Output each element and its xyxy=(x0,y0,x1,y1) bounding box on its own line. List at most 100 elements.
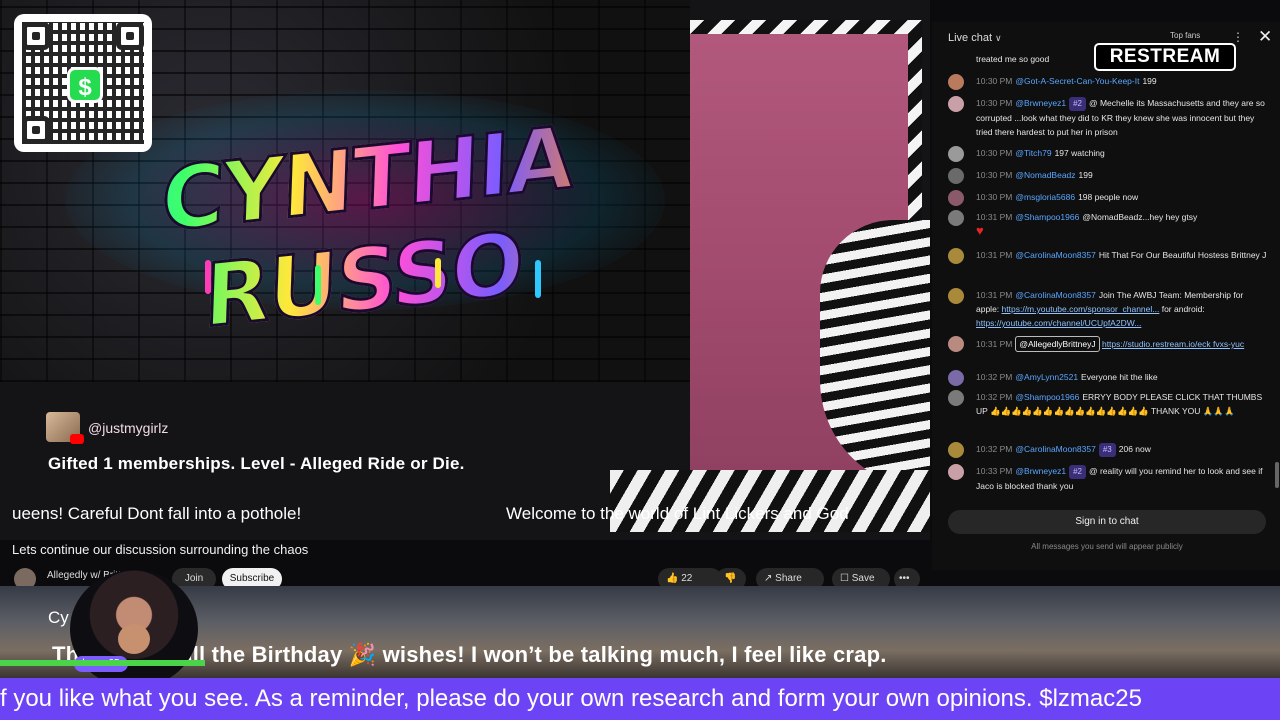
chat-rank-badge: #2 xyxy=(1069,97,1086,111)
chat-time: 10:30 PM xyxy=(976,76,1013,86)
chat-avatar[interactable] xyxy=(948,336,964,352)
chat-avatar[interactable] xyxy=(948,464,964,480)
chat-avatar[interactable] xyxy=(948,190,964,206)
chat-time: 10:30 PM xyxy=(976,148,1013,158)
ticker-text-right: Welcome to the world of Lint Lickers and… xyxy=(506,504,849,523)
top-fans-label[interactable]: Top fans xyxy=(1170,31,1200,40)
chat-text: 199 xyxy=(1078,170,1093,180)
youtube-icon xyxy=(70,434,84,444)
chat-text: for android: xyxy=(1159,304,1205,314)
chat-message: 10:33 PM @Brwneyez1 #2 @ reality will you r… xyxy=(946,464,1268,493)
chat-time: 10:33 PM xyxy=(976,466,1013,476)
chat-link[interactable]: https://studio.restream.io/eck fvxs-yuc xyxy=(1102,339,1244,349)
chat-message: 10:30 PM @NomadBeadz 199 xyxy=(946,168,1268,184)
chat-time: 10:32 PM xyxy=(976,444,1013,454)
save-label: Save xyxy=(851,573,875,584)
screen: CYNTHIA RUSSO $ @justmygirlz Gifted 1 me… xyxy=(0,0,1280,720)
chat-text: Hit That For Our Beautiful Hostess Britt… xyxy=(1098,250,1267,260)
chat-avatar[interactable] xyxy=(948,248,964,264)
chat-avatar[interactable] xyxy=(948,390,964,406)
host-face xyxy=(118,624,150,654)
chat-message: 10:31 PM @Shampoo1966 @NomadBeadz...hey he… xyxy=(946,210,1268,239)
qr-finder xyxy=(22,22,50,50)
chat-text: 197 watching xyxy=(1054,148,1105,158)
chevron-down-icon: ∨ xyxy=(995,33,1002,43)
cashapp-qr-code: $ xyxy=(14,14,152,152)
chat-author[interactable]: @AmyLynn2521 xyxy=(1015,372,1078,382)
chat-avatar[interactable] xyxy=(948,96,964,112)
chat-author[interactable]: @Brwneyez1 xyxy=(1015,98,1066,108)
chat-link[interactable]: https://youtube.com/channel/UCUpfA2DW... xyxy=(976,318,1141,328)
share-icon: ↗ xyxy=(764,573,773,584)
chat-author[interactable]: @Got-A-Secret-Can-You-Keep-It xyxy=(1015,76,1139,86)
chat-rank-badge: #3 xyxy=(1098,443,1116,457)
video-player[interactable]: CYNTHIA RUSSO $ @justmygirlz Gifted 1 me… xyxy=(0,0,930,540)
chat-title-label: Live chat xyxy=(948,32,993,44)
close-icon[interactable]: ✕ xyxy=(1258,27,1272,47)
chat-author[interactable]: @Shampoo1966 xyxy=(1015,392,1079,402)
chat-author[interactable]: @CarolinaMoon8357 xyxy=(1015,444,1095,454)
chat-message: 10:30 PM @Brwneyez1 #2 @ Mechelle its Massa… xyxy=(946,96,1268,139)
chat-time: 10:30 PM xyxy=(976,98,1013,108)
chat-mention[interactable]: @AllegedlyBrittneyJ xyxy=(1015,336,1100,352)
chat-author[interactable]: @msgloria5686 xyxy=(1015,192,1075,202)
chat-message: 10:30 PM @msgloria5686 198 people now xyxy=(946,190,1268,206)
thumbs-down-icon: 👎 xyxy=(724,573,737,584)
heart-icon: ♥ xyxy=(976,223,984,238)
chat-time: 10:30 PM xyxy=(976,170,1013,180)
chat-text: @NomadBeadz...hey hey gtsy xyxy=(1082,212,1198,222)
chat-avatar[interactable] xyxy=(948,168,964,184)
chat-text: Everyone hit the like xyxy=(1081,372,1158,382)
chat-time: 10:31 PM xyxy=(976,339,1013,349)
chat-text: 206 now xyxy=(1118,444,1151,454)
share-label: Share xyxy=(775,573,802,584)
chat-title-dropdown[interactable]: Live chat ∨ xyxy=(948,32,1002,44)
chat-message: 10:30 PM @Got-A-Secret-Can-You-Keep-It 199 xyxy=(946,74,1268,90)
chat-author[interactable]: @CarolinaMoon8357 xyxy=(1015,250,1095,260)
progress-bar xyxy=(0,660,1280,666)
chat-message: 10:31 PM @CarolinaMoon8357 Hit That For Ou… xyxy=(946,248,1268,264)
more-options-icon[interactable]: ⋮ xyxy=(1232,30,1244,44)
chat-time: 10:31 PM xyxy=(976,212,1013,222)
ticker-text-left: ueens! Careful Dont fall into a pothole! xyxy=(12,504,302,523)
chat-avatar[interactable] xyxy=(948,146,964,162)
chat-message: 10:31 PM @CarolinaMoon8357 Join The AWBJ T… xyxy=(946,288,1268,330)
paint-drip xyxy=(535,260,541,298)
chat-author[interactable]: @CarolinaMoon8357 xyxy=(1015,290,1095,300)
progress-fill xyxy=(0,660,205,666)
chat-avatar[interactable] xyxy=(948,288,964,304)
chat-message: treated me so good xyxy=(946,52,1268,66)
qr-pattern: $ xyxy=(22,22,144,144)
chat-time: 10:30 PM xyxy=(976,192,1013,202)
chat-message: 10:32 PM @AmyLynn2521 Everyone hit the lik… xyxy=(946,370,1268,386)
chat-avatar[interactable] xyxy=(948,74,964,90)
chat-message: 10:32 PM @Shampoo1966 ERRYY BODY PLEASE CL… xyxy=(946,390,1268,418)
live-chat-panel: Live chat ∨ Top fans ⋮ ✕ RESTREAM treated… xyxy=(932,22,1280,570)
qr-finder xyxy=(116,22,144,50)
chat-author[interactable]: @NomadBeadz xyxy=(1015,170,1075,180)
membership-alert: @justmygirlz Gifted 1 memberships. Level… xyxy=(26,384,686,504)
chat-scrollbar[interactable] xyxy=(1275,462,1279,488)
sign-in-note: All messages you send will appear public… xyxy=(1031,542,1183,551)
paint-drip xyxy=(315,265,321,305)
paint-drip xyxy=(435,258,441,288)
chat-author[interactable]: @Titch79 xyxy=(1015,148,1051,158)
alert-message: Gifted 1 memberships. Level - Alleged Ri… xyxy=(48,454,465,473)
sign-in-to-chat-button[interactable]: Sign in to chat xyxy=(948,510,1266,534)
save-icon: ☐ xyxy=(840,573,849,584)
thumbs-up-icon: 👍 xyxy=(666,573,679,584)
chat-avatar[interactable] xyxy=(948,210,964,226)
chat-author[interactable]: @Brwneyez1 xyxy=(1015,466,1066,476)
chat-time: 10:32 PM xyxy=(976,392,1013,402)
chat-text: 198 people now xyxy=(1078,192,1139,202)
chat-rank-badge: #2 xyxy=(1069,465,1086,479)
alert-username: @justmygirlz xyxy=(88,420,169,436)
chat-message: 10:30 PM @Titch79 197 watching xyxy=(946,146,1268,162)
chat-text: 199 xyxy=(1142,76,1157,86)
chat-link[interactable]: https://m.youtube.com/sponsor_channel... xyxy=(1002,304,1160,314)
chat-message: 10:32 PM @CarolinaMoon8357 #3 206 now xyxy=(946,442,1268,458)
chat-author[interactable]: @Shampoo1966 xyxy=(1015,212,1079,222)
chat-avatar[interactable] xyxy=(948,442,964,458)
chat-avatar[interactable] xyxy=(948,370,964,386)
paint-drip xyxy=(205,260,211,294)
